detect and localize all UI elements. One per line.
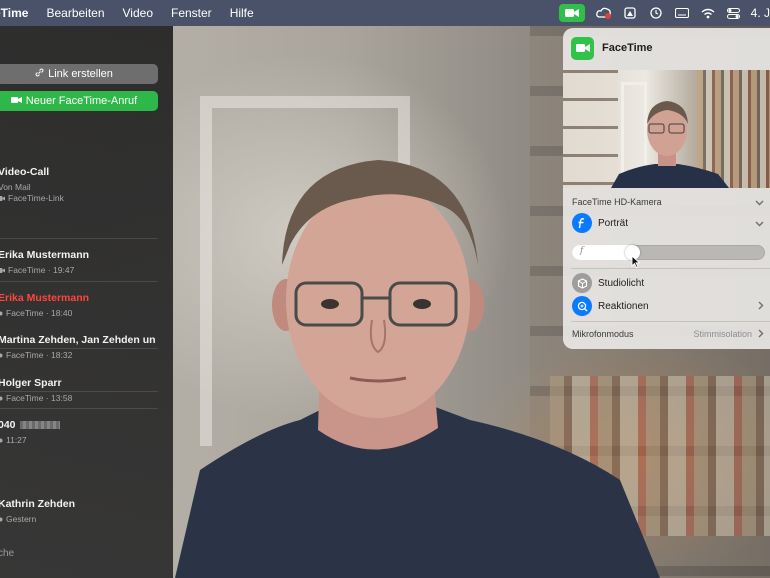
keyboard-icon[interactable] (669, 0, 695, 26)
popover-divider (571, 268, 770, 269)
mic-mode-label: Mikrofonmodus (572, 329, 634, 339)
camera-name: FaceTime HD-Kamera (572, 197, 662, 207)
camera-in-use-icon[interactable] (558, 4, 585, 22)
bottom-section-label: che (0, 548, 15, 559)
portrait-depth-slider[interactable] (572, 245, 765, 260)
call-detail: 11:27 (0, 435, 156, 445)
mic-mode-row[interactable]: Mikrofonmodus Stimmisolation (563, 326, 770, 342)
printer-icon[interactable] (617, 0, 643, 26)
popover-divider (571, 321, 770, 322)
call-list-item[interactable]: Erika Mustermann FaceTime · 19:47 (0, 249, 156, 275)
status-bar: 4. J (558, 0, 770, 26)
chevron-down-icon (755, 214, 764, 232)
menu-bearbeiten[interactable]: Bearbeiten (37, 0, 113, 26)
studio-light-icon[interactable] (572, 273, 592, 293)
call-list-item[interactable]: Kathrin Zehden Gestern (0, 498, 156, 524)
call-detail: FaceTime · 18:40 (0, 308, 156, 318)
mouse-pointer-icon (631, 255, 640, 268)
call-list-item-missed[interactable]: Erika Mustermann FaceTime · 18:40 (0, 292, 156, 318)
list-divider (0, 238, 158, 239)
video-small-icon (0, 265, 5, 275)
mic-mode-value: Stimmisolation (693, 329, 752, 339)
camera-preview (563, 70, 770, 188)
menu-fenster[interactable]: Fenster (162, 0, 221, 26)
list-divider (0, 281, 158, 282)
time-machine-icon[interactable] (643, 0, 669, 26)
call-source: Von Mail (0, 182, 31, 192)
slider-f-glyph: f (580, 246, 584, 256)
cloud-sync-icon[interactable] (591, 0, 617, 26)
call-list-item[interactable]: 040 11:27 (0, 419, 156, 445)
phone-small-icon (0, 350, 3, 360)
studio-light-row[interactable]: Studiolicht (563, 272, 770, 294)
create-link-button[interactable]: Link erstellen (0, 64, 158, 84)
wifi-icon[interactable] (695, 0, 721, 26)
control-center-icon[interactable] (721, 0, 747, 26)
portrait-label: Porträt (598, 217, 629, 229)
call-name: 040 (0, 419, 156, 431)
call-detail: FaceTime · 13:58 (0, 393, 156, 403)
facetime-app-icon (571, 36, 594, 60)
studio-light-label: Studiolicht (598, 277, 645, 289)
chevron-right-icon (758, 325, 764, 343)
portrait-row[interactable]: Porträt (563, 212, 770, 234)
popover-title: FaceTime (602, 42, 653, 54)
video-small-icon (0, 193, 5, 203)
call-name: Erika Mustermann (0, 292, 90, 304)
call-detail: FaceTime · 19:47 (0, 265, 156, 275)
reactions-row[interactable]: Reaktionen (563, 295, 770, 317)
preview-person (611, 101, 729, 188)
menu-video[interactable]: Video (114, 0, 162, 26)
video-camera-icon (10, 95, 22, 107)
phone-small-icon (0, 308, 3, 318)
link-icon (35, 68, 44, 80)
call-name: Kathrin Zehden (0, 498, 76, 510)
video-effects-popover: FaceTime FaceTime HD-Kamera Porträt f St… (563, 28, 770, 349)
call-name: Martina Zehden, Jan Zehden und… (0, 334, 156, 346)
menu-app-name[interactable]: eTime (0, 0, 37, 26)
portrait-f-icon[interactable] (572, 213, 592, 233)
chevron-right-icon (758, 297, 764, 315)
call-detail: Gestern (0, 514, 156, 524)
camera-select-row[interactable]: FaceTime HD-Kamera (563, 194, 770, 210)
call-name: Holger Sparr (0, 377, 62, 389)
phone-small-icon (0, 514, 3, 524)
facetime-sidebar: Link erstellen Neuer FaceTime-Anruf t Vi… (0, 26, 173, 578)
reactions-icon[interactable] (572, 296, 592, 316)
call-list-item[interactable]: Video-Call Von Mail FaceTime-Link (0, 166, 156, 203)
new-call-label: Neuer FaceTime-Anruf (25, 95, 138, 107)
new-facetime-call-button[interactable]: Neuer FaceTime-Anruf (0, 91, 158, 111)
menu-clock[interactable]: 4. J (747, 6, 770, 20)
redacted-number (19, 421, 60, 430)
call-list-item[interactable]: Martina Zehden, Jan Zehden und… FaceTime… (0, 334, 156, 360)
phone-small-icon (0, 393, 3, 403)
menu-bar: eTime Bearbeiten Video Fenster Hilfe 4. … (0, 0, 770, 26)
list-divider (0, 408, 158, 409)
app-menu: eTime Bearbeiten Video Fenster Hilfe (0, 0, 263, 26)
reactions-label: Reaktionen (598, 300, 649, 312)
chevron-down-icon (755, 193, 764, 211)
call-name: Video-Call (0, 166, 50, 178)
call-detail: FaceTime · 18:32 (0, 350, 156, 360)
menu-hilfe[interactable]: Hilfe (221, 0, 263, 26)
popover-header: FaceTime (571, 36, 653, 60)
call-detail: FaceTime-Link (0, 193, 156, 203)
call-name: Erika Mustermann (0, 249, 90, 261)
phone-small-icon (0, 435, 3, 445)
call-list-item[interactable]: Holger Sparr FaceTime · 13:58 (0, 377, 156, 403)
create-link-label: Link erstellen (48, 68, 113, 80)
